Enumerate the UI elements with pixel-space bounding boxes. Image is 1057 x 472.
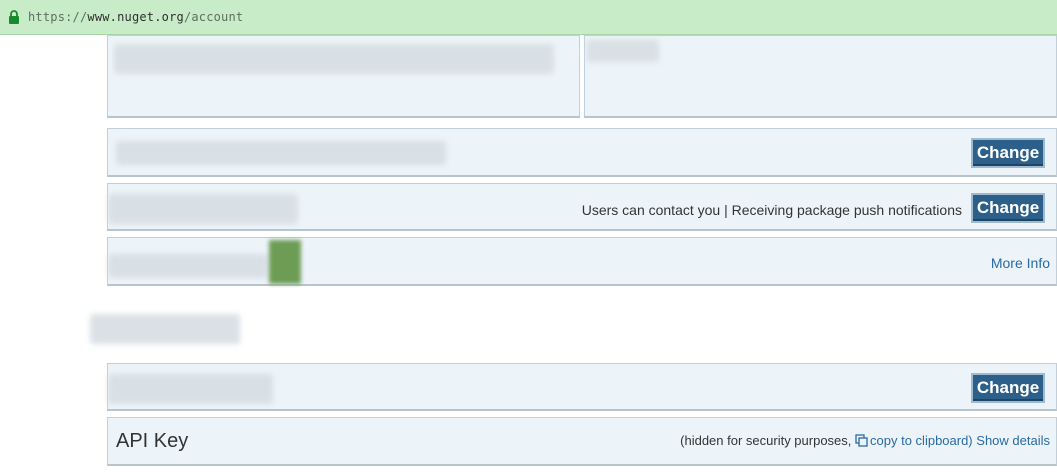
password-row: Change [107,363,1057,411]
redacted-text [587,40,659,62]
copy-to-clipboard-link[interactable]: copy to clipboard) [870,433,973,448]
redacted-text [108,194,298,224]
redacted-text [108,374,273,404]
change-contact-settings-button[interactable]: Change [971,193,1045,223]
lock-icon [9,10,19,24]
section-heading [90,314,240,344]
email-row: Change [107,128,1057,177]
address-bar[interactable]: https://www.nuget.org/account [0,0,1057,35]
change-password-button[interactable]: Change [971,373,1045,403]
contact-status-text: Users can contact you | Receiving packag… [581,202,962,218]
api-key-hidden-note: (hidden for security purposes, [680,433,852,448]
redacted-text [114,44,554,74]
api-key-row: API Key (hidden for security purposes, c… [107,417,1057,466]
api-key-title: API Key [116,430,189,452]
url-path: /account [183,10,244,24]
show-details-link[interactable]: Show details [976,433,1050,448]
profile-panel-right [584,35,1057,118]
redacted-text [116,141,446,165]
api-key-actions: (hidden for security purposes, copy to c… [680,433,1050,448]
contact-settings-row: Users can contact you | Receiving packag… [107,183,1057,231]
copy-icon[interactable] [855,434,868,447]
redacted-text [108,254,268,278]
avatar-row: More Info [107,237,1057,286]
profile-panel-left [107,35,580,118]
url-scheme: https:// [28,10,88,24]
url-host: www.nuget.org [87,10,184,24]
more-info-link[interactable]: More Info [991,255,1050,271]
avatar [269,240,301,284]
change-email-button[interactable]: Change [971,138,1045,168]
url-text[interactable]: https://www.nuget.org/account [28,10,243,24]
